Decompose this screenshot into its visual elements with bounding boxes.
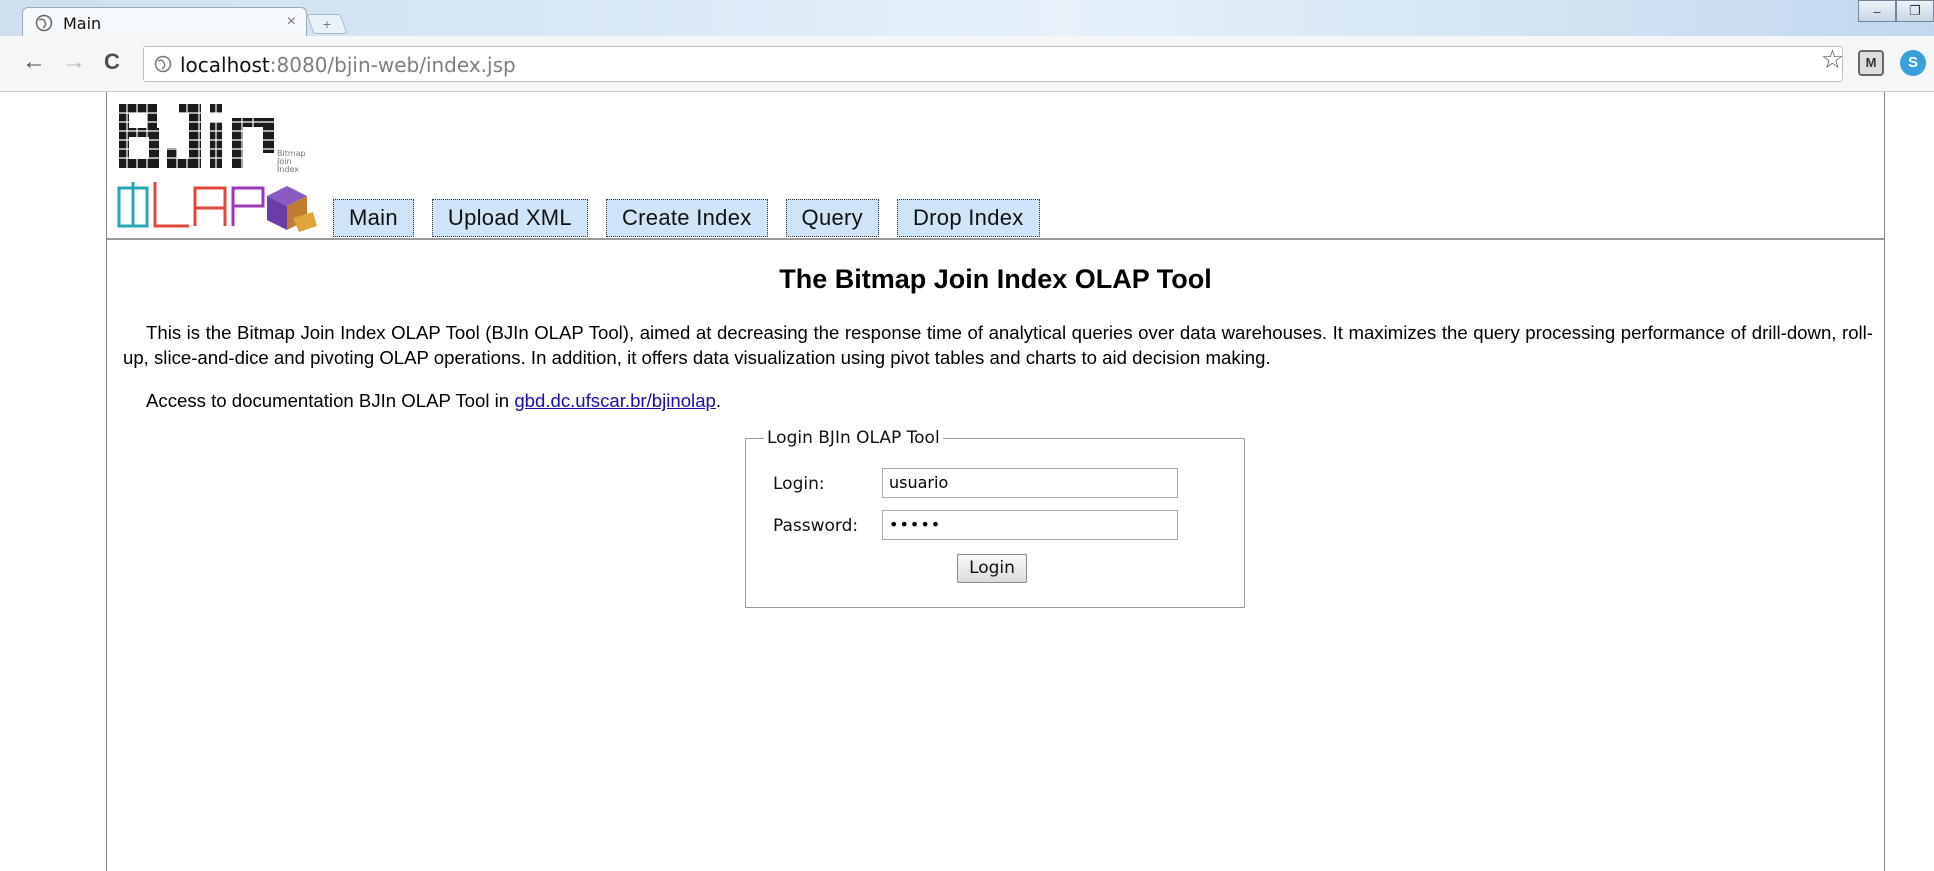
url-path: :8080/bjin-web/index.jsp [269, 53, 516, 77]
forward-arrow-icon[interactable]: → [62, 50, 86, 74]
url-text: localhost:8080/bjin-web/index.jsp [180, 53, 516, 77]
minimize-button[interactable]: – [1858, 0, 1896, 22]
login-legend: Login BJIn OLAP Tool [764, 428, 943, 448]
login-input[interactable]: usuario [882, 468, 1178, 498]
browser-toolbar: ← → C localhost:8080/bjin-web/index.jsp … [0, 36, 1934, 92]
login-button[interactable]: Login [957, 554, 1027, 583]
nav-drop-index[interactable]: Drop Index [896, 199, 1040, 237]
logo-small-text-3: Index [277, 165, 299, 174]
browser-tab-main[interactable]: Main × [22, 7, 307, 38]
extension-m-icon[interactable]: M [1858, 50, 1884, 76]
password-label: Password: [773, 516, 859, 536]
password-input[interactable]: ••••• [882, 510, 1178, 540]
back-arrow-icon[interactable]: ← [22, 50, 46, 74]
main-nav: Main Upload XML Create Index Query Drop … [333, 199, 1058, 237]
address-bar[interactable]: localhost:8080/bjin-web/index.jsp [143, 46, 1843, 82]
url-host: localhost [180, 53, 270, 77]
box-icon [267, 186, 317, 232]
login-fieldset: Login BJIn OLAP Tool Login: usuario Pass… [745, 428, 1245, 608]
plus-icon: + [322, 16, 332, 32]
nav-query[interactable]: Query [785, 199, 879, 237]
browser-titlebar: Main × + – ❐ [0, 0, 1934, 38]
tab-title: Main [63, 14, 102, 33]
web-page: Bitmap Join Index Main Upload XML Create… [106, 92, 1885, 871]
restore-button[interactable]: ❐ [1896, 0, 1934, 22]
doc-suffix: . [715, 390, 722, 411]
doc-prefix: Access to documentation BJIn OLAP Tool i… [146, 390, 515, 411]
globe-icon [35, 14, 53, 32]
globe-icon [154, 55, 172, 73]
login-label: Login: [773, 474, 825, 494]
bjin-olap-logo: Bitmap Join Index [117, 100, 322, 235]
nav-create-index[interactable]: Create Index [605, 199, 768, 237]
close-icon[interactable]: × [287, 13, 296, 31]
nav-main[interactable]: Main [333, 199, 414, 237]
bookmark-star-icon[interactable]: ☆ [1821, 46, 1844, 72]
reload-icon[interactable]: C [104, 50, 120, 74]
documentation-link[interactable]: gbd.dc.ufscar.br/bjinolap [514, 390, 716, 411]
skype-icon[interactable]: S [1900, 50, 1926, 76]
logo-olap-letters [117, 182, 265, 228]
intro-paragraph: This is the Bitmap Join Index OLAP Tool … [123, 322, 1873, 368]
documentation-line: Access to documentation BJIn OLAP Tool i… [146, 390, 721, 412]
page-title: The Bitmap Join Index OLAP Tool [779, 264, 1212, 294]
window-controls: – ❐ [1858, 0, 1934, 24]
new-tab-button[interactable]: + [306, 14, 348, 34]
nav-upload-xml[interactable]: Upload XML [431, 199, 588, 237]
page-header: Bitmap Join Index Main Upload XML Create… [107, 92, 1884, 240]
